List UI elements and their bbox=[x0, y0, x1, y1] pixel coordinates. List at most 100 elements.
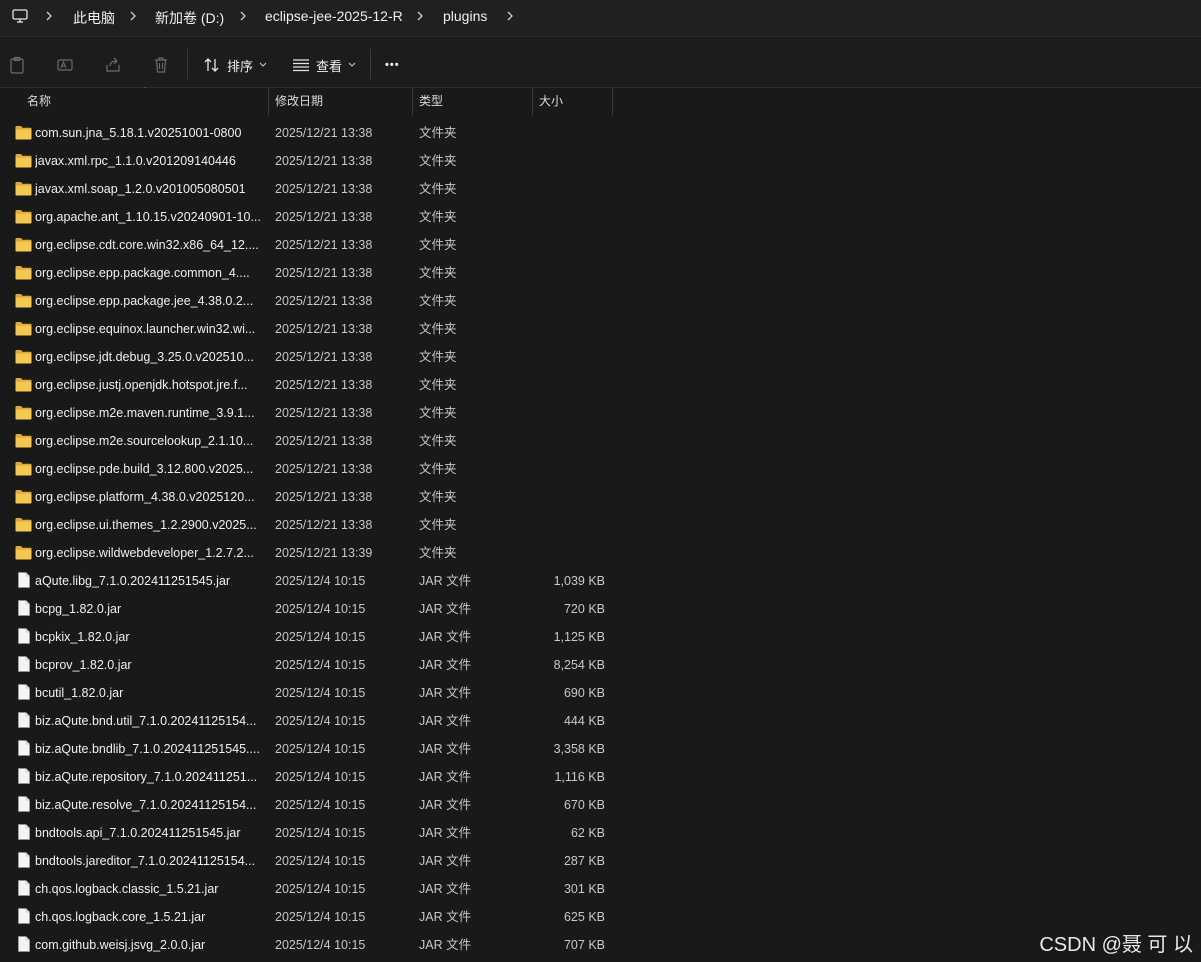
file-name: org.eclipse.ui.themes_1.2.2900.v2025... bbox=[35, 518, 257, 532]
jar-file-icon bbox=[18, 852, 30, 868]
folder-row[interactable]: org.eclipse.ui.themes_1.2.2900.v2025... 2… bbox=[0, 511, 1201, 539]
file-row[interactable]: biz.aQute.resolve_7.1.0.20241125154... 20… bbox=[0, 791, 1201, 819]
file-type: 文件夹 bbox=[419, 182, 457, 196]
file-modified-date: 2025/12/4 10:15 bbox=[275, 938, 366, 952]
address-bar[interactable]: 此电脑 新加卷 (D:) eclipse-jee-2025-12-R plugi… bbox=[0, 0, 1201, 37]
file-name: bcpg_1.82.0.jar bbox=[35, 602, 122, 616]
file-modified-date: 2025/12/4 10:15 bbox=[275, 854, 366, 868]
file-row[interactable]: ch.qos.logback.classic_1.5.21.jar 2025/12… bbox=[0, 875, 1201, 903]
folder-row[interactable]: org.eclipse.cdt.core.win32.x86_64_12....… bbox=[0, 231, 1201, 259]
column-type-header[interactable]: 类型 bbox=[419, 88, 443, 115]
column-divider[interactable] bbox=[532, 88, 533, 115]
jar-file-icon bbox=[18, 768, 30, 784]
breadcrumb-item-eclipse-folder[interactable]: eclipse-jee-2025-12-R bbox=[265, 8, 403, 24]
file-list: com.sun.jna_5.18.1.v20251001-0800 2025/12… bbox=[0, 119, 1201, 959]
folder-row[interactable]: org.eclipse.m2e.maven.runtime_3.9.1... 20… bbox=[0, 399, 1201, 427]
file-modified-date: 2025/12/21 13:38 bbox=[275, 406, 373, 420]
file-size: 1,116 KB bbox=[554, 770, 605, 784]
folder-icon bbox=[15, 182, 32, 196]
file-row[interactable]: bcprov_1.82.0.jar 2025/12/4 10:15 JAR 文件 8,… bbox=[0, 651, 1201, 679]
file-modified-date: 2025/12/21 13:38 bbox=[275, 238, 373, 252]
folder-row[interactable]: org.eclipse.equinox.launcher.win32.wi...… bbox=[0, 315, 1201, 343]
file-modified-date: 2025/12/21 13:38 bbox=[275, 462, 373, 476]
file-row[interactable]: bcpg_1.82.0.jar 2025/12/4 10:15 JAR 文件 720 … bbox=[0, 595, 1201, 623]
file-name: bndtools.api_7.1.0.202411251545.jar bbox=[35, 826, 241, 840]
column-size-header[interactable]: 大小 bbox=[539, 88, 563, 115]
file-name: com.sun.jna_5.18.1.v20251001-0800 bbox=[35, 126, 242, 140]
file-name: org.eclipse.cdt.core.win32.x86_64_12.... bbox=[35, 238, 259, 252]
file-row[interactable]: aQute.libg_7.1.0.202411251545.jar 2025/12… bbox=[0, 567, 1201, 595]
more-options-button[interactable]: ••• bbox=[385, 52, 400, 78]
rename-icon[interactable] bbox=[56, 56, 74, 74]
file-row[interactable]: com.github.weisj.jsvg_2.0.0.jar 2025/12/4… bbox=[0, 931, 1201, 959]
file-name: org.eclipse.jdt.debug_3.25.0.v202510... bbox=[35, 350, 254, 364]
file-type: 文件夹 bbox=[419, 406, 457, 420]
file-type: 文件夹 bbox=[419, 350, 457, 364]
folder-row[interactable]: org.eclipse.platform_4.38.0.v2025120... 2… bbox=[0, 483, 1201, 511]
paste-icon[interactable] bbox=[8, 56, 26, 74]
folder-row[interactable]: org.apache.ant_1.10.15.v20240901-10... 20… bbox=[0, 203, 1201, 231]
share-icon[interactable] bbox=[104, 56, 122, 74]
view-label: 查看 bbox=[316, 58, 343, 74]
computer-icon[interactable] bbox=[12, 9, 28, 23]
folder-icon bbox=[15, 546, 32, 560]
delete-icon[interactable] bbox=[152, 56, 170, 74]
file-name: org.eclipse.m2e.sourcelookup_2.1.10... bbox=[35, 434, 254, 448]
folder-row[interactable]: org.eclipse.wildwebdeveloper_1.2.7.2... 2… bbox=[0, 539, 1201, 567]
file-row[interactable]: bndtools.jareditor_7.1.0.20241125154... 2… bbox=[0, 847, 1201, 875]
folder-row[interactable]: javax.xml.soap_1.2.0.v201005080501 2025/1… bbox=[0, 175, 1201, 203]
column-date-header[interactable]: 修改日期 bbox=[275, 88, 323, 115]
file-modified-date: 2025/12/4 10:15 bbox=[275, 686, 366, 700]
file-modified-date: 2025/12/4 10:15 bbox=[275, 770, 366, 784]
jar-file-icon bbox=[18, 628, 30, 644]
folder-row[interactable]: org.eclipse.epp.package.jee_4.38.0.2... 2… bbox=[0, 287, 1201, 315]
folder-row[interactable]: org.eclipse.m2e.sourcelookup_2.1.10... 20… bbox=[0, 427, 1201, 455]
chevron-right-icon[interactable] bbox=[127, 9, 139, 23]
file-row[interactable]: biz.aQute.bnd.util_7.1.0.20241125154... 2… bbox=[0, 707, 1201, 735]
file-type: JAR 文件 bbox=[419, 882, 472, 896]
file-modified-date: 2025/12/4 10:15 bbox=[275, 574, 366, 588]
breadcrumb-item-drive-d[interactable]: 新加卷 (D:) bbox=[155, 8, 224, 28]
breadcrumb-item-plugins[interactable]: plugins bbox=[443, 8, 487, 24]
file-size: 670 KB bbox=[563, 798, 605, 812]
column-divider[interactable] bbox=[612, 88, 613, 115]
file-name: org.eclipse.m2e.maven.runtime_3.9.1... bbox=[35, 406, 255, 420]
file-name: org.eclipse.wildwebdeveloper_1.2.7.2... bbox=[35, 546, 254, 560]
chevron-right-icon[interactable] bbox=[504, 9, 516, 23]
chevron-right-icon[interactable] bbox=[43, 9, 55, 23]
folder-row[interactable]: org.eclipse.justj.openjdk.hotspot.jre.f.… bbox=[0, 371, 1201, 399]
file-row[interactable]: biz.aQute.bndlib_7.1.0.202411251545.... 2… bbox=[0, 735, 1201, 763]
file-modified-date: 2025/12/21 13:38 bbox=[275, 266, 373, 280]
chevron-right-icon[interactable] bbox=[237, 9, 249, 23]
breadcrumb-item-this-pc[interactable]: 此电脑 bbox=[73, 8, 115, 28]
file-row[interactable]: bcutil_1.82.0.jar 2025/12/4 10:15 JAR 文件 69… bbox=[0, 679, 1201, 707]
file-modified-date: 2025/12/21 13:38 bbox=[275, 210, 373, 224]
folder-icon bbox=[15, 154, 32, 168]
column-divider[interactable] bbox=[412, 88, 413, 115]
toolbar-divider bbox=[370, 49, 371, 79]
file-size: 3,358 KB bbox=[553, 742, 605, 756]
folder-row[interactable]: org.eclipse.jdt.debug_3.25.0.v202510... 2… bbox=[0, 343, 1201, 371]
sort-button[interactable]: 排序 bbox=[203, 52, 273, 78]
file-size: 301 KB bbox=[563, 882, 605, 896]
column-divider[interactable] bbox=[268, 88, 269, 115]
chevron-right-icon[interactable] bbox=[414, 9, 426, 23]
column-name-header[interactable]: 名称 bbox=[27, 88, 51, 115]
jar-file-icon bbox=[18, 712, 30, 728]
folder-row[interactable]: javax.xml.rpc_1.1.0.v201209140446 2025/12… bbox=[0, 147, 1201, 175]
file-type: 文件夹 bbox=[419, 266, 457, 280]
file-modified-date: 2025/12/4 10:15 bbox=[275, 882, 366, 896]
folder-row[interactable]: com.sun.jna_5.18.1.v20251001-0800 2025/12… bbox=[0, 119, 1201, 147]
folder-row[interactable]: org.eclipse.pde.build_3.12.800.v2025... 2… bbox=[0, 455, 1201, 483]
folder-row[interactable]: org.eclipse.epp.package.common_4.... 2025… bbox=[0, 259, 1201, 287]
file-row[interactable]: bndtools.api_7.1.0.202411251545.jar 2025/… bbox=[0, 819, 1201, 847]
file-row[interactable]: bcpkix_1.82.0.jar 2025/12/4 10:15 JAR 文件 1,… bbox=[0, 623, 1201, 651]
file-row[interactable]: ch.qos.logback.core_1.5.21.jar 2025/12/4 … bbox=[0, 903, 1201, 931]
file-type: 文件夹 bbox=[419, 126, 457, 140]
file-modified-date: 2025/12/4 10:15 bbox=[275, 798, 366, 812]
jar-file-icon bbox=[18, 880, 30, 896]
view-button[interactable]: 查看 bbox=[292, 52, 362, 78]
file-row[interactable]: biz.aQute.repository_7.1.0.202411251... 2… bbox=[0, 763, 1201, 791]
file-modified-date: 2025/12/4 10:15 bbox=[275, 714, 366, 728]
file-type: JAR 文件 bbox=[419, 630, 472, 644]
